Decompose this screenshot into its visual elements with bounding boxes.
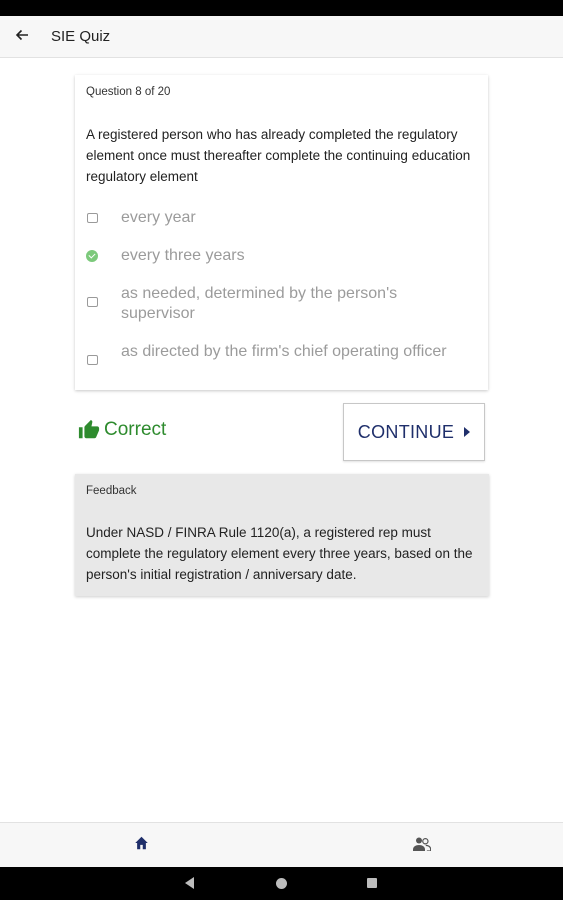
users-icon [413, 836, 432, 856]
page-title: SIE Quiz [51, 28, 111, 45]
checkbox-icon [87, 297, 98, 307]
system-nav-bar [0, 867, 563, 900]
back-triangle-icon[interactable] [185, 877, 194, 889]
app-bar: SIE Quiz [0, 16, 563, 58]
status-bar [0, 0, 563, 16]
answer-option-label: as directed by the firm's chief operatin… [121, 343, 447, 360]
feedback-card: Feedback Under NASD / FINRA Rule 1120(a)… [75, 474, 489, 596]
question-card: Question 8 of 20 A registered person who… [75, 75, 488, 390]
answer-option-3[interactable]: as needed, determined by the person's su… [86, 284, 481, 324]
checkbox-icon [87, 355, 98, 365]
caret-right-icon [464, 427, 471, 437]
thumbs-up-icon [78, 419, 100, 441]
result-text: Correct [104, 419, 167, 440]
question-counter: Question 8 of 20 [86, 86, 171, 98]
recents-square-icon[interactable] [367, 878, 377, 888]
answer-option-label: as needed, determined by the person's su… [121, 285, 398, 322]
answer-option-4[interactable]: as directed by the firm's chief operatin… [86, 342, 481, 365]
answer-option-label: every year [121, 209, 196, 226]
home-icon [134, 836, 149, 855]
nav-users-button[interactable] [399, 823, 445, 868]
continue-button[interactable]: CONTINUE [343, 403, 485, 461]
arrow-left-icon [15, 28, 29, 46]
check-circle-icon [86, 250, 98, 262]
result-indicator: Correct [78, 419, 166, 441]
feedback-title: Feedback [86, 485, 137, 497]
checkbox-icon [87, 213, 98, 223]
home-circle-icon[interactable] [276, 878, 287, 889]
back-button[interactable] [0, 16, 44, 58]
bottom-nav [0, 822, 563, 867]
feedback-text: Under NASD / FINRA Rule 1120(a), a regis… [86, 525, 473, 582]
answer-option-label: every three years [121, 247, 245, 264]
question-text: A registered person who has already comp… [86, 127, 471, 184]
nav-home-button[interactable] [118, 823, 164, 868]
answer-option-1[interactable]: every year [86, 208, 481, 228]
answer-option-2[interactable]: every three years [86, 246, 481, 266]
continue-button-label: CONTINUE [357, 421, 455, 442]
